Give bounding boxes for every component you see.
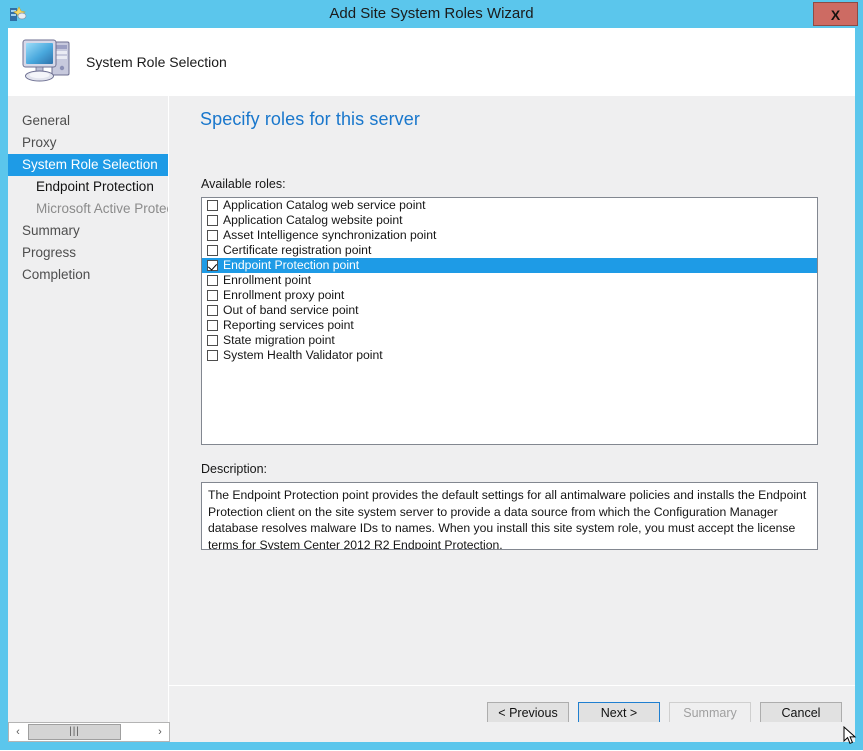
checkbox-unchecked[interactable] [207,230,218,241]
list-item[interactable]: Asset Intelligence synchronization point [202,228,817,243]
checkbox-checked[interactable] [207,260,218,271]
scrollbar-thumb[interactable]: ||| [28,724,121,740]
page-title: Specify roles for this server [200,109,420,130]
wizard-window: Add Site System Roles Wizard X [0,0,863,750]
role-label: Endpoint Protection point [223,258,359,273]
title-bar: Add Site System Roles Wizard X [0,0,863,28]
list-item[interactable]: State migration point [202,333,817,348]
header-title: System Role Selection [86,28,227,96]
wizard-body: General Proxy System Role Selection Endp… [8,96,855,722]
role-label: Application Catalog website point [223,213,403,228]
scroll-right-arrow-icon[interactable]: › [151,723,169,741]
checkbox-unchecked[interactable] [207,335,218,346]
window-title: Add Site System Roles Wizard [0,0,863,28]
checkbox-unchecked[interactable] [207,320,218,331]
nav-item-general[interactable]: General [8,110,168,132]
list-item[interactable]: Application Catalog web service point [202,198,817,213]
nav-item-progress[interactable]: Progress [8,242,168,264]
horizontal-scrollbar[interactable]: ‹ ||| › [8,722,170,742]
list-item[interactable]: Enrollment point [202,273,817,288]
list-item[interactable]: Enrollment proxy point [202,288,817,303]
scroll-left-arrow-icon[interactable]: ‹ [9,723,27,741]
list-item-selected[interactable]: Endpoint Protection point [202,258,817,273]
checkbox-unchecked[interactable] [207,200,218,211]
available-roles-listbox[interactable]: Application Catalog web service point Ap… [201,197,818,445]
nav-item-system-role-selection[interactable]: System Role Selection [8,154,168,176]
bottom-scroll-area: ‹ ||| › [8,722,855,742]
checkbox-unchecked[interactable] [207,305,218,316]
checkbox-unchecked[interactable] [207,215,218,226]
list-item[interactable]: System Health Validator point [202,348,817,363]
role-label: Reporting services point [223,318,354,333]
list-item[interactable]: Application Catalog website point [202,213,817,228]
list-item[interactable]: Out of band service point [202,303,817,318]
role-label: Application Catalog web service point [223,198,426,213]
description-label: Description: [201,462,267,476]
button-bar: < Previous Next > Summary Cancel [169,686,855,722]
wizard-header: System Role Selection [8,28,855,96]
list-item[interactable]: Certificate registration point [202,243,817,258]
role-label: System Health Validator point [223,348,383,363]
checkbox-unchecked[interactable] [207,245,218,256]
role-label: Out of band service point [223,303,359,318]
nav-item-proxy[interactable]: Proxy [8,132,168,154]
close-button[interactable]: X [813,2,858,26]
nav-item-endpoint-protection[interactable]: Endpoint Protection [8,176,168,198]
role-label: Asset Intelligence synchronization point [223,228,436,243]
role-label: Enrollment point [223,273,311,288]
nav-item-summary[interactable]: Summary [8,220,168,242]
nav-item-completion[interactable]: Completion [8,264,168,286]
available-roles-label: Available roles: [201,177,286,191]
role-label: Enrollment proxy point [223,288,344,303]
role-label: State migration point [223,333,335,348]
nav-item-microsoft-active-protection: Microsoft Active Protecti [8,198,168,220]
checkbox-unchecked[interactable] [207,275,218,286]
checkbox-unchecked[interactable] [207,350,218,361]
content-panel: Specify roles for this server Available … [169,96,855,685]
list-item[interactable]: Reporting services point [202,318,817,333]
role-label: Certificate registration point [223,243,371,258]
wizard-step-nav: General Proxy System Role Selection Endp… [8,96,168,722]
computer-server-icon [18,32,78,90]
checkbox-unchecked[interactable] [207,290,218,301]
description-text: The Endpoint Protection point provides t… [201,482,818,550]
